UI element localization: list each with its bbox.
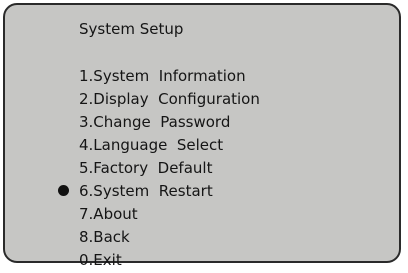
menu-item-label: 8.Back [79,228,130,246]
menu-item-label: 5.Factory Default [79,159,213,177]
menu-item-label: 1.System Information [79,67,246,85]
menu-item-exit[interactable]: 0.Exit [79,250,260,273]
menu-item-system-restart[interactable]: 6.System Restart [58,181,260,204]
selection-bullet-icon [58,185,69,196]
menu-item-label: 2.Display Configuration [79,90,260,108]
menu-item-back[interactable]: 8.Back [79,227,260,250]
menu-list: 1.System Information 2.Display Configura… [58,66,260,273]
menu-item-about[interactable]: 7.About [79,204,260,227]
menu-item-label: 7.About [79,205,138,223]
menu-item-label: 3.Change Password [79,113,231,131]
menu-item-change-password[interactable]: 3.Change Password [79,112,260,135]
menu-item-label: 0.Exit [79,251,122,269]
menu-item-label: 6.System Restart [79,182,213,200]
menu-item-label: 4.Language Select [79,136,224,154]
menu-item-display-configuration[interactable]: 2.Display Configuration [79,89,260,112]
menu-item-system-information[interactable]: 1.System Information [79,66,260,89]
menu-item-language-select[interactable]: 4.Language Select [79,135,260,158]
menu-item-factory-default[interactable]: 5.Factory Default [79,158,260,181]
menu-title: System Setup [79,20,184,38]
setup-screen: System Setup 1.System Information 2.Disp… [3,3,401,269]
